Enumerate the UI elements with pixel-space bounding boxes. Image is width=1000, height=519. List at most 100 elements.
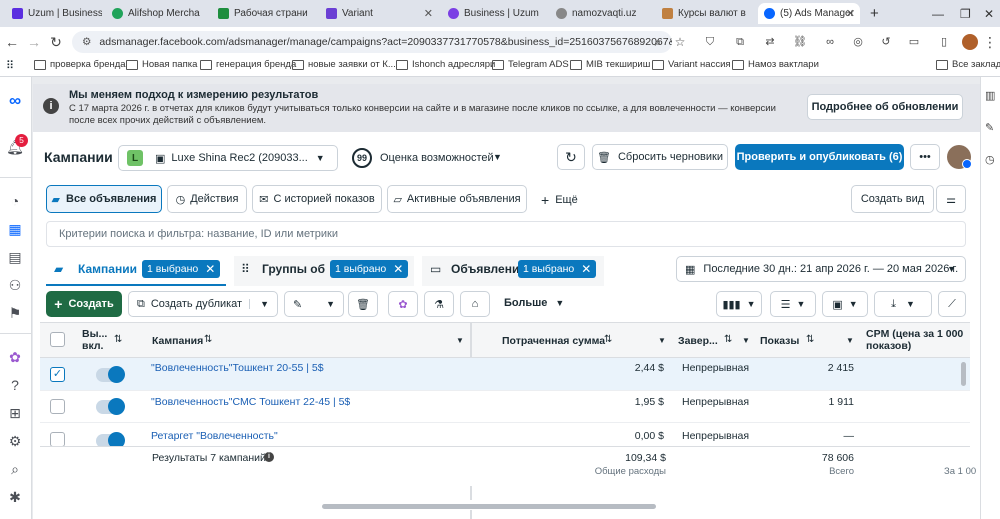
- columns-button[interactable]: ▮▮▮ ▼: [716, 291, 762, 317]
- table-vertical-scrollbar[interactable]: [961, 362, 966, 386]
- edit-pencil-icon[interactable]: ✎: [985, 121, 994, 134]
- browser-menu-icon[interactable]: ⋮: [980, 32, 1000, 52]
- campaign-toggle[interactable]: [96, 366, 125, 383]
- charts-button[interactable]: ⟋: [938, 291, 966, 317]
- audiences-icon[interactable]: ⚇: [5, 275, 25, 295]
- campaigns-selected-pill[interactable]: 1 выбрано ✕: [142, 260, 221, 278]
- location-icon[interactable]: ◎: [848, 32, 868, 52]
- browser-tab[interactable]: Variant ✕: [320, 3, 438, 24]
- browser-tab[interactable]: Business | Uzum: [442, 3, 546, 24]
- browser-tab[interactable]: namozvaqti.uz: [550, 3, 652, 24]
- view-actions[interactable]: ◷ Действия: [167, 185, 247, 213]
- header-ends[interactable]: Завер...: [678, 335, 718, 347]
- extension-shield-icon[interactable]: ⛉: [700, 32, 720, 52]
- view-with-history[interactable]: ✉ С историей показов: [252, 185, 382, 213]
- restore-window-icon[interactable]: ❐: [954, 3, 972, 24]
- opportunity-score-badge[interactable]: 99: [352, 148, 372, 168]
- campaign-name-link[interactable]: "Вовлеченность"Тошкент 20-55 | 5$: [151, 362, 324, 374]
- view-settings-button[interactable]: ⚌: [936, 185, 966, 213]
- header-impressions[interactable]: Показы: [760, 335, 799, 347]
- bookmark-star-icon[interactable]: ☆: [670, 32, 690, 52]
- dashboard-gauge-icon[interactable]: ◔: [5, 191, 25, 211]
- row-checkbox[interactable]: [50, 399, 65, 414]
- view-active-ads[interactable]: ▱ Активные объявления: [387, 185, 527, 213]
- clear-selection-icon[interactable]: ✕: [205, 262, 215, 276]
- header-cpm[interactable]: CPM (цена за 1 000 показов): [866, 328, 970, 352]
- more-options-button[interactable]: •••: [910, 144, 940, 170]
- bookmark-item[interactable]: Новая папка: [126, 59, 197, 70]
- new-tab-button[interactable]: +: [864, 3, 882, 24]
- table-horizontal-scrollbar[interactable]: [322, 504, 656, 509]
- panel-grid-icon[interactable]: ▥: [985, 89, 995, 102]
- column-menu-icon[interactable]: ▼: [456, 336, 464, 345]
- ads-selected-pill[interactable]: 1 выбрано ✕: [518, 260, 597, 278]
- history-clock-icon[interactable]: ◷: [985, 153, 995, 166]
- browser-tab-active[interactable]: (5) Ads Manager ✕: [758, 3, 860, 24]
- zoom-icon[interactable]: ⌕: [648, 32, 668, 52]
- translate-icon[interactable]: ⇄: [760, 32, 780, 52]
- bookmark-item[interactable]: MIB текшириш: [570, 59, 650, 70]
- campaign-name-link[interactable]: "Вовлеченность"СМС Тошкент 22-45 | 5$: [151, 396, 350, 408]
- view-all-ads[interactable]: ▰ Все объявления: [46, 185, 162, 213]
- extension-puzzle-icon[interactable]: ⧉: [730, 32, 750, 52]
- sort-icon[interactable]: ⇅: [114, 334, 122, 345]
- row-checkbox[interactable]: [50, 432, 65, 447]
- bookmark-item[interactable]: новые заявки от К...: [292, 59, 396, 70]
- export-button[interactable]: ⤓ ▼: [874, 291, 932, 317]
- glasses-icon[interactable]: ∞: [820, 32, 840, 52]
- search-icon[interactable]: ⌕: [5, 459, 25, 479]
- header-spent[interactable]: Потраченная сумма: [502, 335, 605, 347]
- adsets-selected-pill[interactable]: 1 выбрано ✕: [330, 260, 409, 278]
- forward-arrow-icon[interactable]: →: [24, 32, 44, 52]
- row-checkbox[interactable]: ✓: [50, 367, 65, 382]
- more-actions-button[interactable]: Больше ▼: [504, 297, 564, 309]
- delete-button[interactable]: 🗑︎: [348, 291, 378, 317]
- review-publish-button[interactable]: Проверить и опубликовать (6): [735, 144, 904, 170]
- header-campaign[interactable]: Кампания: [152, 335, 203, 347]
- tools-icon[interactable]: ⊞: [5, 403, 25, 423]
- pages-icon[interactable]: ▤: [5, 247, 25, 267]
- create-button[interactable]: + Создать: [46, 291, 122, 317]
- sort-icon[interactable]: ⇅: [806, 334, 814, 345]
- bookmark-item[interactable]: Variant нассия: [652, 59, 731, 70]
- profile-avatar[interactable]: [962, 34, 978, 50]
- minimize-window-icon[interactable]: —: [926, 3, 944, 24]
- search-filter-input[interactable]: Критерии поиска и фильтра: название, ID …: [46, 221, 966, 247]
- select-all-checkbox[interactable]: [50, 332, 65, 347]
- column-menu-icon[interactable]: ▼: [658, 336, 666, 345]
- site-info-icon[interactable]: ⚙: [82, 36, 91, 48]
- help-icon[interactable]: ?: [5, 375, 25, 395]
- chevron-down-icon[interactable]: ▼: [326, 299, 335, 309]
- edit-button[interactable]: ✎ ▼: [284, 291, 344, 317]
- sort-icon[interactable]: ⇅: [604, 334, 612, 345]
- cast-icon[interactable]: ▭: [904, 32, 924, 52]
- settings-gear-icon[interactable]: ⚙: [5, 431, 25, 451]
- bookmark-item[interactable]: Намоз вактлари: [732, 59, 819, 70]
- sort-icon[interactable]: ⇅: [204, 334, 212, 345]
- close-tab-icon[interactable]: ✕: [424, 7, 433, 20]
- reports-button[interactable]: ▣ ▼: [822, 291, 868, 317]
- duplicate-button[interactable]: ⧉ Создать дубликат ▼: [128, 291, 278, 317]
- date-range-picker[interactable]: ▦ Последние 30 дн.: 21 апр 2026 г. — 20 …: [676, 256, 966, 282]
- browser-tab[interactable]: Рабочая страни: [212, 3, 320, 24]
- column-menu-icon[interactable]: ▼: [742, 336, 750, 345]
- apps-grid-icon[interactable]: ⠿: [6, 59, 14, 72]
- reload-icon[interactable]: ↻: [46, 32, 66, 52]
- campaign-name-link[interactable]: Ретаргет "Вовлеченность": [151, 430, 278, 442]
- more-views-button[interactable]: + Ещё: [541, 192, 578, 208]
- back-arrow-icon[interactable]: ←: [2, 32, 22, 52]
- clear-selection-icon[interactable]: ✕: [393, 262, 403, 276]
- refresh-button[interactable]: ↻: [557, 144, 585, 170]
- history-icon[interactable]: ↺: [876, 32, 896, 52]
- bookmark-item[interactable]: генерация бренда: [200, 59, 296, 70]
- bookmark-item[interactable]: Ishonch адресляри: [396, 59, 495, 70]
- learn-more-button[interactable]: Подробнее об обновлении: [807, 94, 963, 120]
- opportunity-score-label[interactable]: Оценка возможностей: [380, 152, 494, 164]
- discard-drafts-button[interactable]: 🗑︎ Сбросить черновики: [592, 144, 728, 170]
- campaign-toggle[interactable]: [96, 398, 125, 415]
- megaphone-icon[interactable]: ⚑: [5, 303, 25, 323]
- header-toggle[interactable]: Вы... вкл.: [82, 328, 112, 352]
- bookmark-item[interactable]: Telegram ADS: [492, 59, 569, 70]
- browser-tab[interactable]: Курсы валют в: [656, 3, 756, 24]
- link-icon[interactable]: ⛓: [790, 32, 810, 52]
